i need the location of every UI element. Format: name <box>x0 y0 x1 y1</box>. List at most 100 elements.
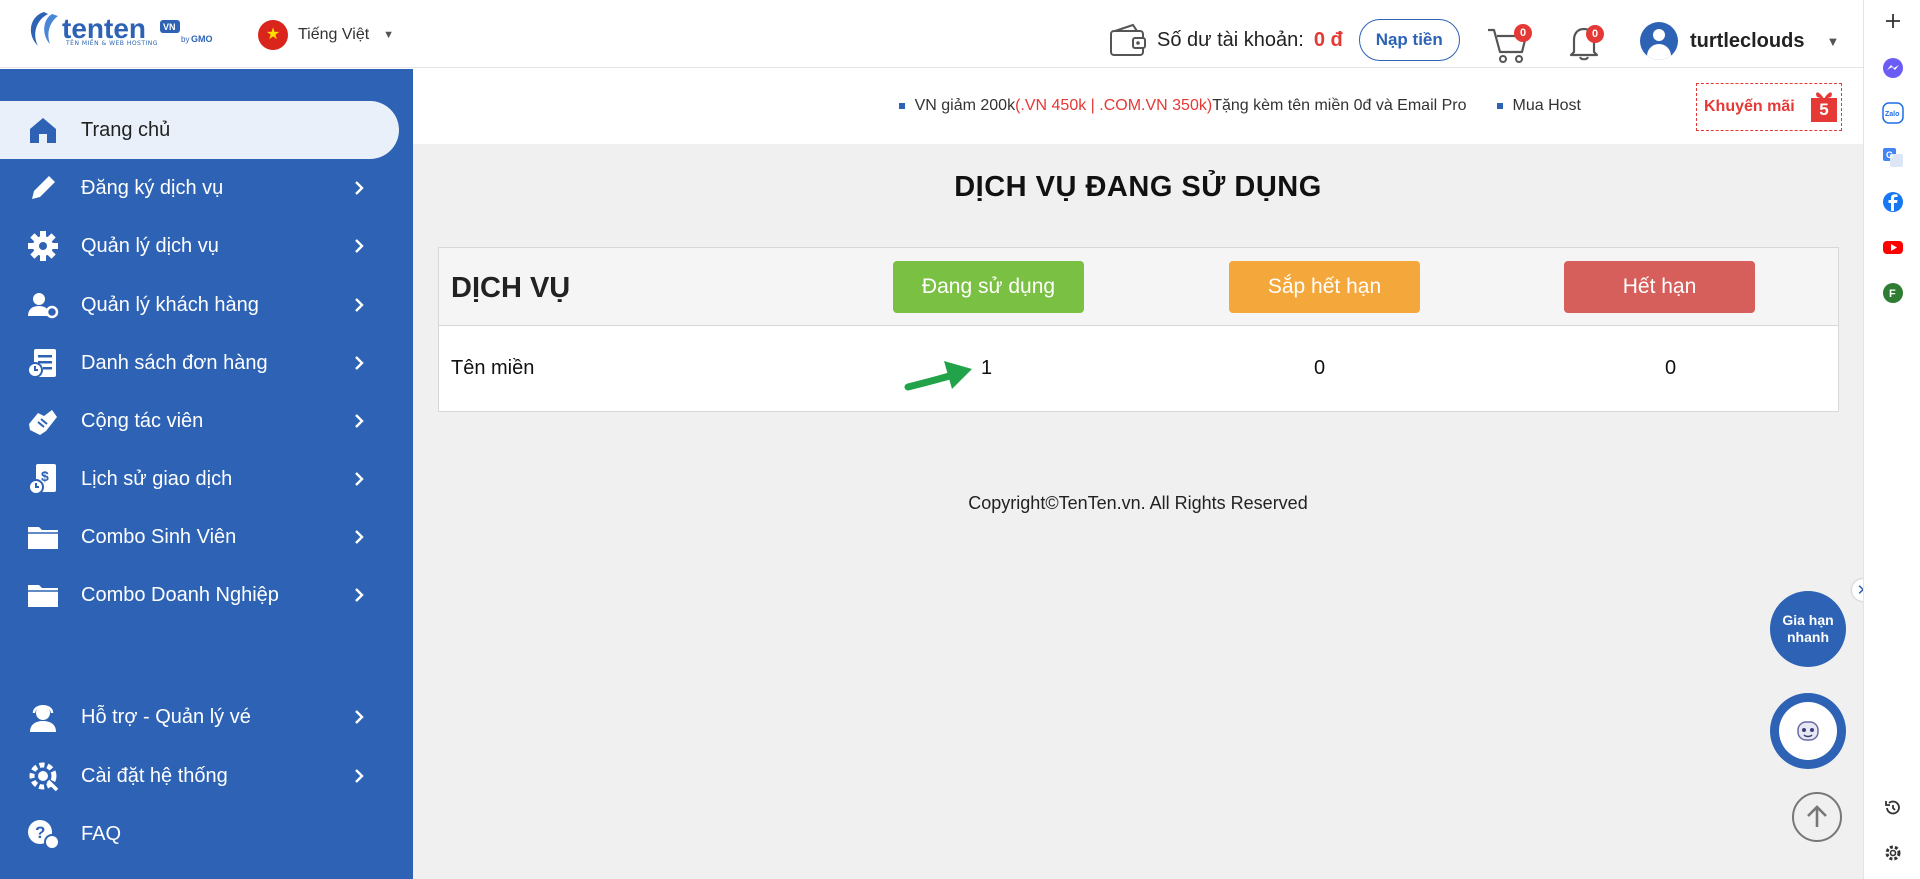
bullet-icon <box>1496 103 1503 109</box>
settings-icon[interactable] <box>1882 842 1904 864</box>
pencil-icon <box>32 176 55 199</box>
sidebar-item-order-list[interactable]: Danh sách đơn hàng <box>0 334 399 392</box>
sidebar-item-home[interactable]: Trang chủ <box>0 101 399 159</box>
messenger-icon[interactable] <box>1882 57 1904 79</box>
svg-text:GMO: GMO <box>191 34 213 44</box>
quick-renew-button[interactable]: Gia hạn nhanh <box>1770 591 1846 667</box>
profile-f-icon[interactable]: F <box>1882 282 1904 304</box>
chevron-right-icon <box>355 769 364 783</box>
sidebar-item-label: Hỗ trợ - Quản lý vé <box>81 705 251 728</box>
account-balance: Số dư tài khoản: 0 đ Nạp tiền <box>1109 19 1460 61</box>
user-menu[interactable]: turtleclouds ▼ <box>1640 22 1839 60</box>
faq-icon: ? <box>28 820 60 850</box>
support-agent-icon <box>30 705 56 732</box>
facebook-icon[interactable] <box>1882 191 1904 213</box>
vietnam-flag-icon: ★ <box>258 20 288 50</box>
sidebar-item-label: Quản lý dịch vụ <box>81 234 219 257</box>
sidebar-item-business-combo[interactable]: Combo Doanh Nghiệp <box>0 566 399 624</box>
svg-text:G: G <box>1886 150 1893 160</box>
copyright: Copyright©TenTen.vn. All Rights Reserved <box>968 493 1308 513</box>
svg-text:Zalo: Zalo <box>1885 111 1899 118</box>
sidebar-item-student-combo[interactable]: Combo Sinh Viên <box>0 508 399 566</box>
promotions-button[interactable]: Khuyến mãi 5 <box>1696 83 1842 131</box>
sidebar-item-label: Cài đặt hệ thống <box>81 764 228 787</box>
history-icon[interactable] <box>1882 797 1904 819</box>
in-use-count[interactable]: 1 <box>981 357 992 380</box>
wallet-icon <box>1110 23 1146 56</box>
quick-renew-label: Gia hạn nhanh <box>1782 611 1834 646</box>
home-icon <box>30 118 56 143</box>
username: turtleclouds <box>1690 29 1805 52</box>
chatbot-icon <box>1797 721 1819 741</box>
avatar <box>1640 22 1678 60</box>
promo-text-suffix: Tặng kèm tên miền 0đ và Email Pro <box>1212 97 1467 114</box>
notification-count-badge: 0 <box>1586 25 1604 43</box>
table-header: DỊCH VỤ Đang sử dụng Sắp hết hạn Hết hạn <box>439 248 1838 326</box>
promotions-label: Khuyến mãi <box>1704 98 1795 115</box>
sidebar-item-faq[interactable]: ? FAQ <box>0 805 399 863</box>
promotions-count: 5 <box>1811 98 1837 122</box>
green-arrow-icon <box>904 361 972 391</box>
logo-tagline: TÊN MIỀN & WEB HOSTING <box>66 40 158 47</box>
sidebar-item-label: Đăng ký dịch vụ <box>81 176 224 199</box>
notifications-button[interactable]: 0 <box>1566 22 1604 62</box>
sidebar-item-register-service[interactable]: Đăng ký dịch vụ <box>0 159 399 217</box>
folder-icon <box>28 585 58 607</box>
promo-text-second: Mua Host <box>1512 97 1581 114</box>
expired-filter-button[interactable]: Hết hạn <box>1564 261 1755 313</box>
arrow-up-icon <box>1807 805 1827 827</box>
caret-down-icon: ▼ <box>383 29 395 41</box>
sidebar-item-collaborators[interactable]: Cộng tác viên <box>0 392 399 450</box>
promo-text-highlight: (.VN 450k | .COM.VN 350k) <box>1015 97 1213 114</box>
chevron-right-icon <box>355 298 364 312</box>
table-row: Tên miền 1 0 0 <box>439 327 1838 411</box>
gift-icon: 5 <box>1811 88 1837 122</box>
promo-ticker[interactable]: VN giảm 200k (.VN 450k | .COM.VN 350k) T… <box>898 97 1581 115</box>
user-gear-icon <box>28 293 59 319</box>
sidebar-item-label: Combo Sinh Viên <box>81 525 237 548</box>
chatbot-button[interactable] <box>1770 693 1846 769</box>
folder-icon <box>28 527 58 549</box>
expiring-count[interactable]: 0 <box>1314 357 1325 380</box>
chevron-right-icon <box>355 414 364 428</box>
browser-side-rail: Zalo G F <box>1863 0 1920 879</box>
youtube-icon[interactable] <box>1882 236 1904 258</box>
expiring-filter-button[interactable]: Sắp hết hạn <box>1229 261 1420 313</box>
scroll-to-top-button[interactable] <box>1792 792 1842 842</box>
gear-icon <box>28 231 58 261</box>
chevron-right-icon <box>355 356 364 370</box>
cart-button[interactable]: 0 <box>1486 22 1532 66</box>
top-header: tenten VN by GMO TÊN MIỀN & WEB HOSTING … <box>0 0 1863 68</box>
sidebar-item-label: Lịch sử giao dịch <box>81 467 233 490</box>
services-table: DỊCH VỤ Đang sử dụng Sắp hết hạn Hết hạn… <box>438 247 1839 412</box>
svg-text:by: by <box>181 35 189 44</box>
expired-count[interactable]: 0 <box>1665 357 1676 380</box>
bullet-icon <box>898 103 905 109</box>
topup-button[interactable]: Nạp tiền <box>1358 19 1460 61</box>
caret-down-icon: ▼ <box>1826 33 1840 49</box>
plus-icon[interactable] <box>1882 10 1904 32</box>
cart-count-badge: 0 <box>1514 24 1532 42</box>
in-use-filter-button[interactable]: Đang sử dụng <box>893 261 1084 313</box>
sidebar-item-support-tickets[interactable]: Hỗ trợ - Quản lý vé <box>0 688 399 746</box>
svg-text:$: $ <box>41 468 49 484</box>
page-title: DỊCH VỤ ĐANG SỬ DỤNG <box>954 171 1322 203</box>
chevron-right-icon <box>355 588 364 602</box>
chevron-right-icon <box>355 239 364 253</box>
sidebar-item-manage-customers[interactable]: Quản lý khách hàng <box>0 276 399 334</box>
zalo-icon[interactable]: Zalo <box>1882 102 1904 124</box>
sidebar-item-label: Quản lý khách hàng <box>81 293 259 316</box>
svg-text:F: F <box>1889 288 1896 300</box>
service-name: Tên miền <box>451 357 535 379</box>
svg-text:VN: VN <box>163 22 176 32</box>
sidebar-item-system-settings[interactable]: Cài đặt hệ thống <box>0 747 399 805</box>
sidebar-item-manage-service[interactable]: Quản lý dịch vụ <box>0 217 399 275</box>
sidebar-item-transaction-history[interactable]: $ Lịch sử giao dịch <box>0 450 399 508</box>
order-list-icon <box>27 349 56 378</box>
svg-text:?: ? <box>35 823 45 842</box>
language-label: Tiếng Việt <box>298 26 370 43</box>
sidebar-item-label: Combo Doanh Nghiệp <box>81 583 279 606</box>
google-translate-icon[interactable]: G <box>1882 146 1904 168</box>
language-selector[interactable]: ★ Tiếng Việt ▼ <box>258 20 394 50</box>
chevron-right-icon <box>355 181 364 195</box>
